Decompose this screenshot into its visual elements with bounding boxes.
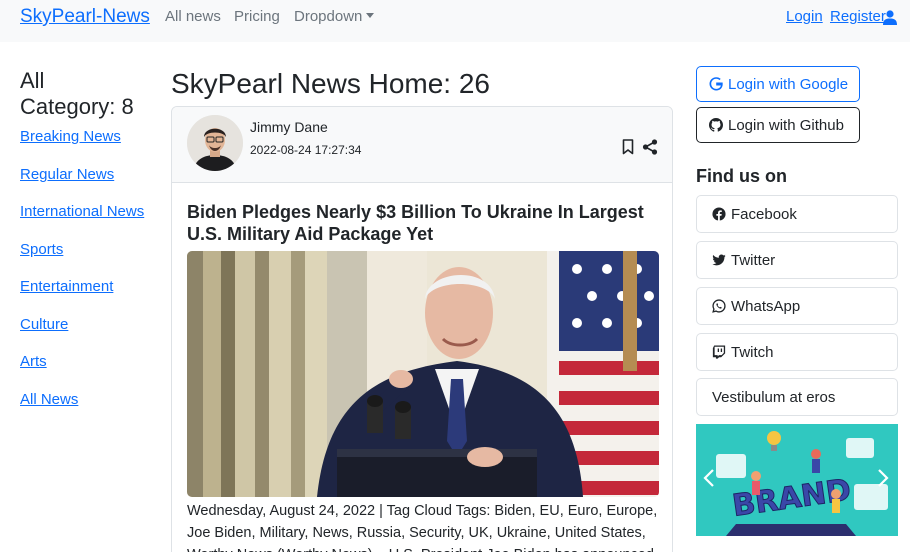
bookmark-icon[interactable] <box>622 139 634 155</box>
social-vestibulum-label: Vestibulum at eros <box>712 388 836 406</box>
category-link-all-news[interactable]: All News <box>20 391 78 408</box>
carousel-next-icon[interactable] <box>876 468 890 488</box>
post-date: 2022-08-24 17:27:34 <box>250 143 362 157</box>
brand-illustration: BRAND <box>696 424 898 536</box>
news-headline[interactable]: Biden Pledges Nearly $3 Billion To Ukrai… <box>187 201 657 245</box>
social-twitter[interactable]: Twitter <box>696 241 898 279</box>
category-heading: All Category: 8 <box>20 68 160 120</box>
category-link-entertainment[interactable]: Entertainment <box>20 278 113 295</box>
find-us-heading: Find us on <box>696 166 787 186</box>
nav-dropdown[interactable]: Dropdown <box>294 8 375 25</box>
share-icon[interactable] <box>642 139 658 155</box>
whatsapp-icon <box>712 299 726 313</box>
top-navbar: SkyPearl-News All news Pricing Dropdown … <box>0 0 910 42</box>
login-with-github-button[interactable]: Login with Github <box>696 107 860 143</box>
social-twitch-label: Twitch <box>731 343 774 361</box>
nav-all-news[interactable]: All news <box>165 8 221 25</box>
facebook-icon <box>712 207 726 221</box>
category-link-regular-news[interactable]: Regular News <box>20 166 114 183</box>
caret-down-icon <box>366 13 375 18</box>
category-link-sports[interactable]: Sports <box>20 241 63 258</box>
social-vestibulum[interactable]: Vestibulum at eros <box>696 378 898 416</box>
social-whatsapp-label: WhatsApp <box>731 297 801 315</box>
brand-carousel[interactable]: BRAND <box>696 424 898 536</box>
category-link-culture[interactable]: Culture <box>20 316 68 333</box>
author-avatar <box>187 115 243 171</box>
carousel-prev-icon[interactable] <box>702 468 716 488</box>
category-heading-line2: Category: 8 <box>20 94 134 119</box>
social-twitter-label: Twitter <box>731 251 776 269</box>
login-link[interactable]: Login <box>786 8 823 25</box>
user-icon[interactable] <box>883 10 897 25</box>
news-image[interactable] <box>187 251 659 497</box>
login-with-google-button[interactable]: Login with Google <box>696 66 860 102</box>
brand-link[interactable]: SkyPearl-News <box>20 6 150 28</box>
github-icon <box>709 118 723 132</box>
page-title: SkyPearl News Home: 26 <box>171 68 491 99</box>
nav-pricing[interactable]: Pricing <box>234 8 280 25</box>
login-with-google-label: Login with Google <box>728 75 849 93</box>
category-link-breaking-news[interactable]: Breaking News <box>20 128 121 145</box>
social-facebook[interactable]: Facebook <box>696 195 898 233</box>
social-facebook-label: Facebook <box>731 205 797 223</box>
category-link-international-news[interactable]: International News <box>20 203 144 220</box>
login-with-github-label: Login with Github <box>728 116 844 134</box>
card-header: Jimmy Dane 2022-08-24 17:27:34 <box>172 107 672 183</box>
news-card: Jimmy Dane 2022-08-24 17:27:34 Biden Ple… <box>171 106 673 552</box>
category-heading-line1: All <box>20 68 45 93</box>
nav-dropdown-label: Dropdown <box>294 8 363 25</box>
author-name: Jimmy Dane <box>250 119 328 135</box>
social-twitch[interactable]: Twitch <box>696 333 898 371</box>
google-icon <box>709 77 723 91</box>
social-whatsapp[interactable]: WhatsApp <box>696 287 898 325</box>
news-excerpt: Wednesday, August 24, 2022 | Tag Cloud T… <box>187 503 658 552</box>
register-link[interactable]: Register <box>830 8 886 25</box>
twitch-icon <box>712 345 726 359</box>
category-link-arts[interactable]: Arts <box>20 353 47 370</box>
twitter-icon <box>712 254 726 266</box>
